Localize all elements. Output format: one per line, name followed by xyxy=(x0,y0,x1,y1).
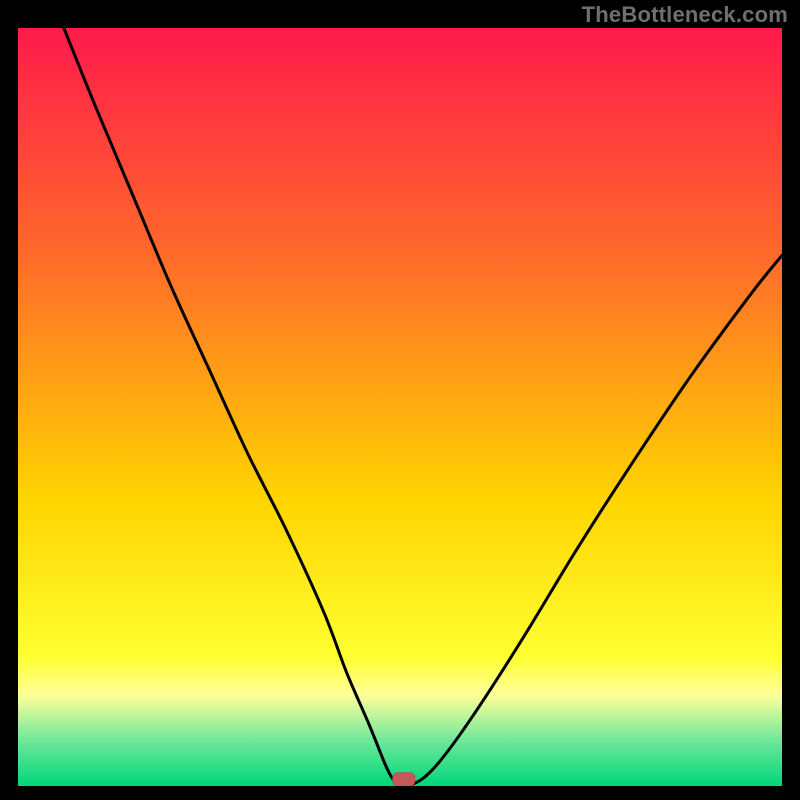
chart-plot-area xyxy=(18,28,782,786)
chart-background-gradient xyxy=(18,28,782,786)
chart-svg xyxy=(18,28,782,786)
chart-frame: TheBottleneck.com xyxy=(0,0,800,800)
watermark-text: TheBottleneck.com xyxy=(582,2,788,28)
minimum-marker xyxy=(393,773,415,786)
